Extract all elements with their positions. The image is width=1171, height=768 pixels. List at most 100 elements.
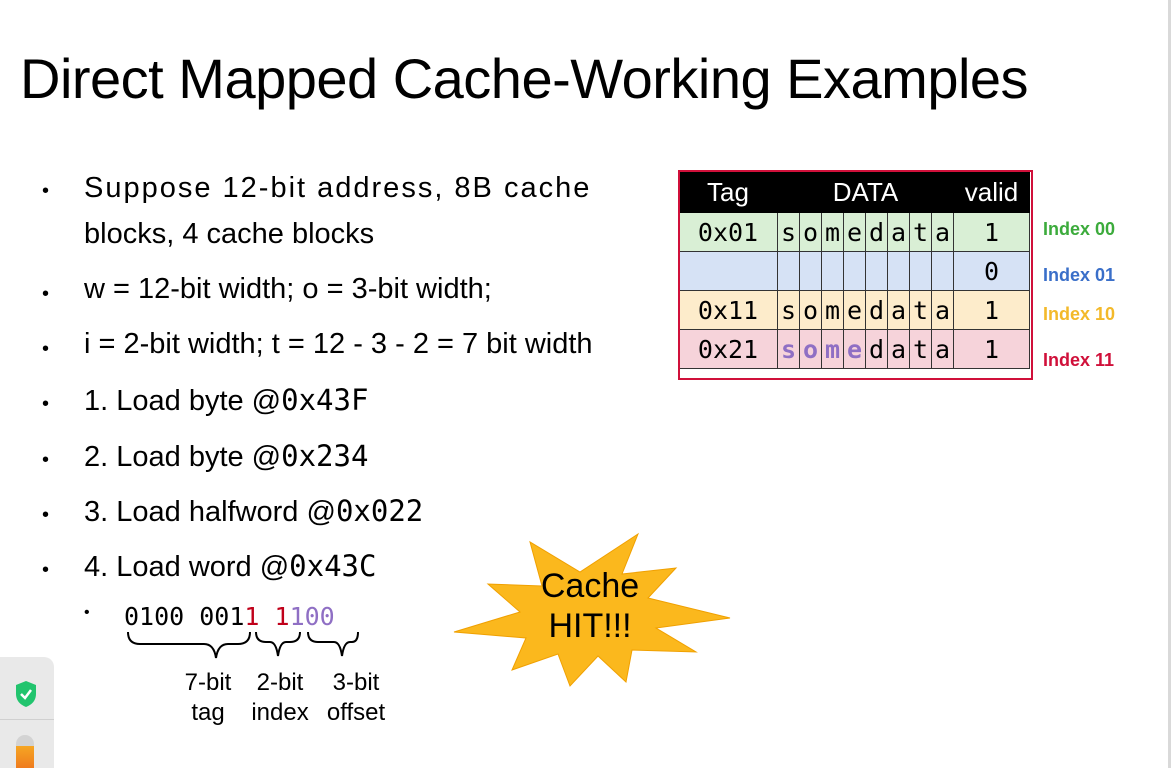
bullet-dot: • [42, 283, 50, 305]
tag-cell: 0x21 [678, 329, 778, 369]
data-byte: e [843, 290, 866, 330]
bullet-5-prefix: 2. Load byte @ [84, 441, 282, 473]
valid-cell: 1 [953, 212, 1030, 252]
battery-level [16, 746, 34, 768]
bullet-6-address: 0x022 [335, 494, 424, 528]
address-bits: 0100 0011 1100 [124, 602, 335, 631]
data-byte [821, 251, 844, 291]
valid-header: valid [953, 171, 1030, 213]
data-byte-highlighted: e [843, 329, 866, 369]
valid-cell: 1 [953, 290, 1030, 330]
battery-meter[interactable] [16, 735, 34, 768]
tag-cell: 0x01 [678, 212, 778, 252]
offset-width-label: 3-bit offset [318, 668, 394, 728]
bullet-dot: • [42, 449, 50, 471]
slide-title: Direct Mapped Cache-Working Examples [20, 47, 1029, 110]
data-byte [865, 251, 888, 291]
data-byte-highlighted: m [821, 329, 844, 369]
data-byte [777, 251, 800, 291]
data-byte-highlighted: s [777, 329, 800, 369]
index-01-label: Index 01 [1043, 265, 1116, 285]
tag-label-line-1: 7-bit [184, 669, 232, 696]
cache-row-10: 0x11 s o m e d a t a 1 [678, 290, 1030, 330]
data-byte: a [887, 290, 910, 330]
bullet-2: w = 12-bit width; o = 3-bit width; [84, 273, 492, 305]
bullet-5-address: 0x234 [281, 439, 369, 473]
offset-label-line-2: offset [326, 699, 386, 726]
data-byte [931, 251, 954, 291]
tag-brace [127, 631, 251, 659]
data-byte-highlighted: o [799, 329, 822, 369]
data-byte: d [865, 212, 888, 252]
extension-panel [0, 657, 54, 768]
bullet-5: 2. Load byte @0x234 [84, 439, 368, 474]
extension-divider [0, 719, 54, 720]
bullet-dot: • [42, 338, 50, 360]
valid-cell: 0 [953, 251, 1030, 291]
callout-line-2: HIT!!! [548, 607, 632, 645]
tag-label-line-2: tag [191, 699, 225, 726]
bullet-dot: • [42, 504, 50, 526]
data-byte [799, 251, 822, 291]
data-byte: d [865, 329, 888, 369]
tag-bits: 0100 001 [124, 602, 245, 631]
index-bits: 1 1 [244, 602, 290, 631]
index-label-line-1: 2-bit [256, 669, 304, 696]
bullet-dot: • [42, 180, 50, 202]
bullet-4-address: 0x43F [281, 383, 369, 417]
cache-table: Tag DATA valid 0x01 s o m e d a t a 1 0 … [678, 171, 1030, 369]
index-00-label: Index 00 [1043, 219, 1116, 239]
data-byte [909, 251, 932, 291]
tag-cell [678, 251, 778, 291]
bit-group-braces [127, 631, 359, 659]
data-byte: a [931, 212, 954, 252]
data-byte: o [799, 212, 822, 252]
index-11-label: Index 11 [1043, 350, 1115, 370]
bullet-dot: • [42, 393, 50, 415]
shield-check-icon[interactable] [14, 680, 38, 708]
tag-cell: 0x11 [678, 290, 778, 330]
index-label-line-2: index [251, 699, 309, 726]
data-byte [843, 251, 866, 291]
index-brace [255, 631, 301, 657]
data-byte: s [777, 290, 800, 330]
bullet-3: i = 2-bit width; t = 12 - 3 - 2 = 7 bit … [84, 328, 593, 360]
tag-header: Tag [678, 171, 778, 213]
valid-cell: 1 [953, 329, 1030, 369]
bullet-dot: • [42, 559, 50, 581]
index-10-label: Index 10 [1043, 304, 1116, 324]
bullet-6: 3. Load halfword @0x022 [84, 494, 423, 529]
data-byte: s [777, 212, 800, 252]
cache-hit-callout: Cache HIT!!! [520, 566, 660, 646]
index-width-label: 2-bit index [244, 668, 316, 728]
data-byte: a [887, 212, 910, 252]
data-byte: o [799, 290, 822, 330]
data-byte: a [887, 329, 910, 369]
data-byte: m [821, 212, 844, 252]
data-header: DATA [777, 171, 954, 213]
data-byte: e [843, 212, 866, 252]
data-byte: a [931, 329, 954, 369]
cache-row-01: 0 [678, 251, 1030, 291]
bullet-1-line-1: Suppose 12-bit address, 8B cache [84, 172, 592, 204]
bullet-4-prefix: 1. Load byte @ [84, 385, 282, 417]
offset-brace [307, 631, 359, 657]
data-byte [887, 251, 910, 291]
bullet-7: 4. Load word @0x43C [84, 549, 376, 584]
callout-line-1: Cache [540, 567, 640, 605]
data-byte: t [909, 290, 932, 330]
bullet-4: 1. Load byte @0x43F [84, 383, 368, 418]
bullet-7-address: 0x43C [289, 549, 377, 583]
cache-row-11: 0x21 s o m e d a t a 1 [678, 329, 1030, 369]
data-byte: t [909, 329, 932, 369]
bullet-1-line-2: blocks, 4 cache blocks [84, 218, 375, 250]
bullet-7-prefix: 4. Load word @ [84, 551, 290, 583]
cache-table-header: Tag DATA valid [678, 171, 1030, 213]
data-byte: m [821, 290, 844, 330]
offset-bits: 100 [289, 602, 335, 631]
bullet-6-prefix: 3. Load halfword @ [84, 496, 336, 528]
data-byte: a [931, 290, 954, 330]
data-byte: t [909, 212, 932, 252]
tag-width-label: 7-bit tag [172, 668, 244, 728]
sub-bullet-dot: • [84, 604, 90, 621]
